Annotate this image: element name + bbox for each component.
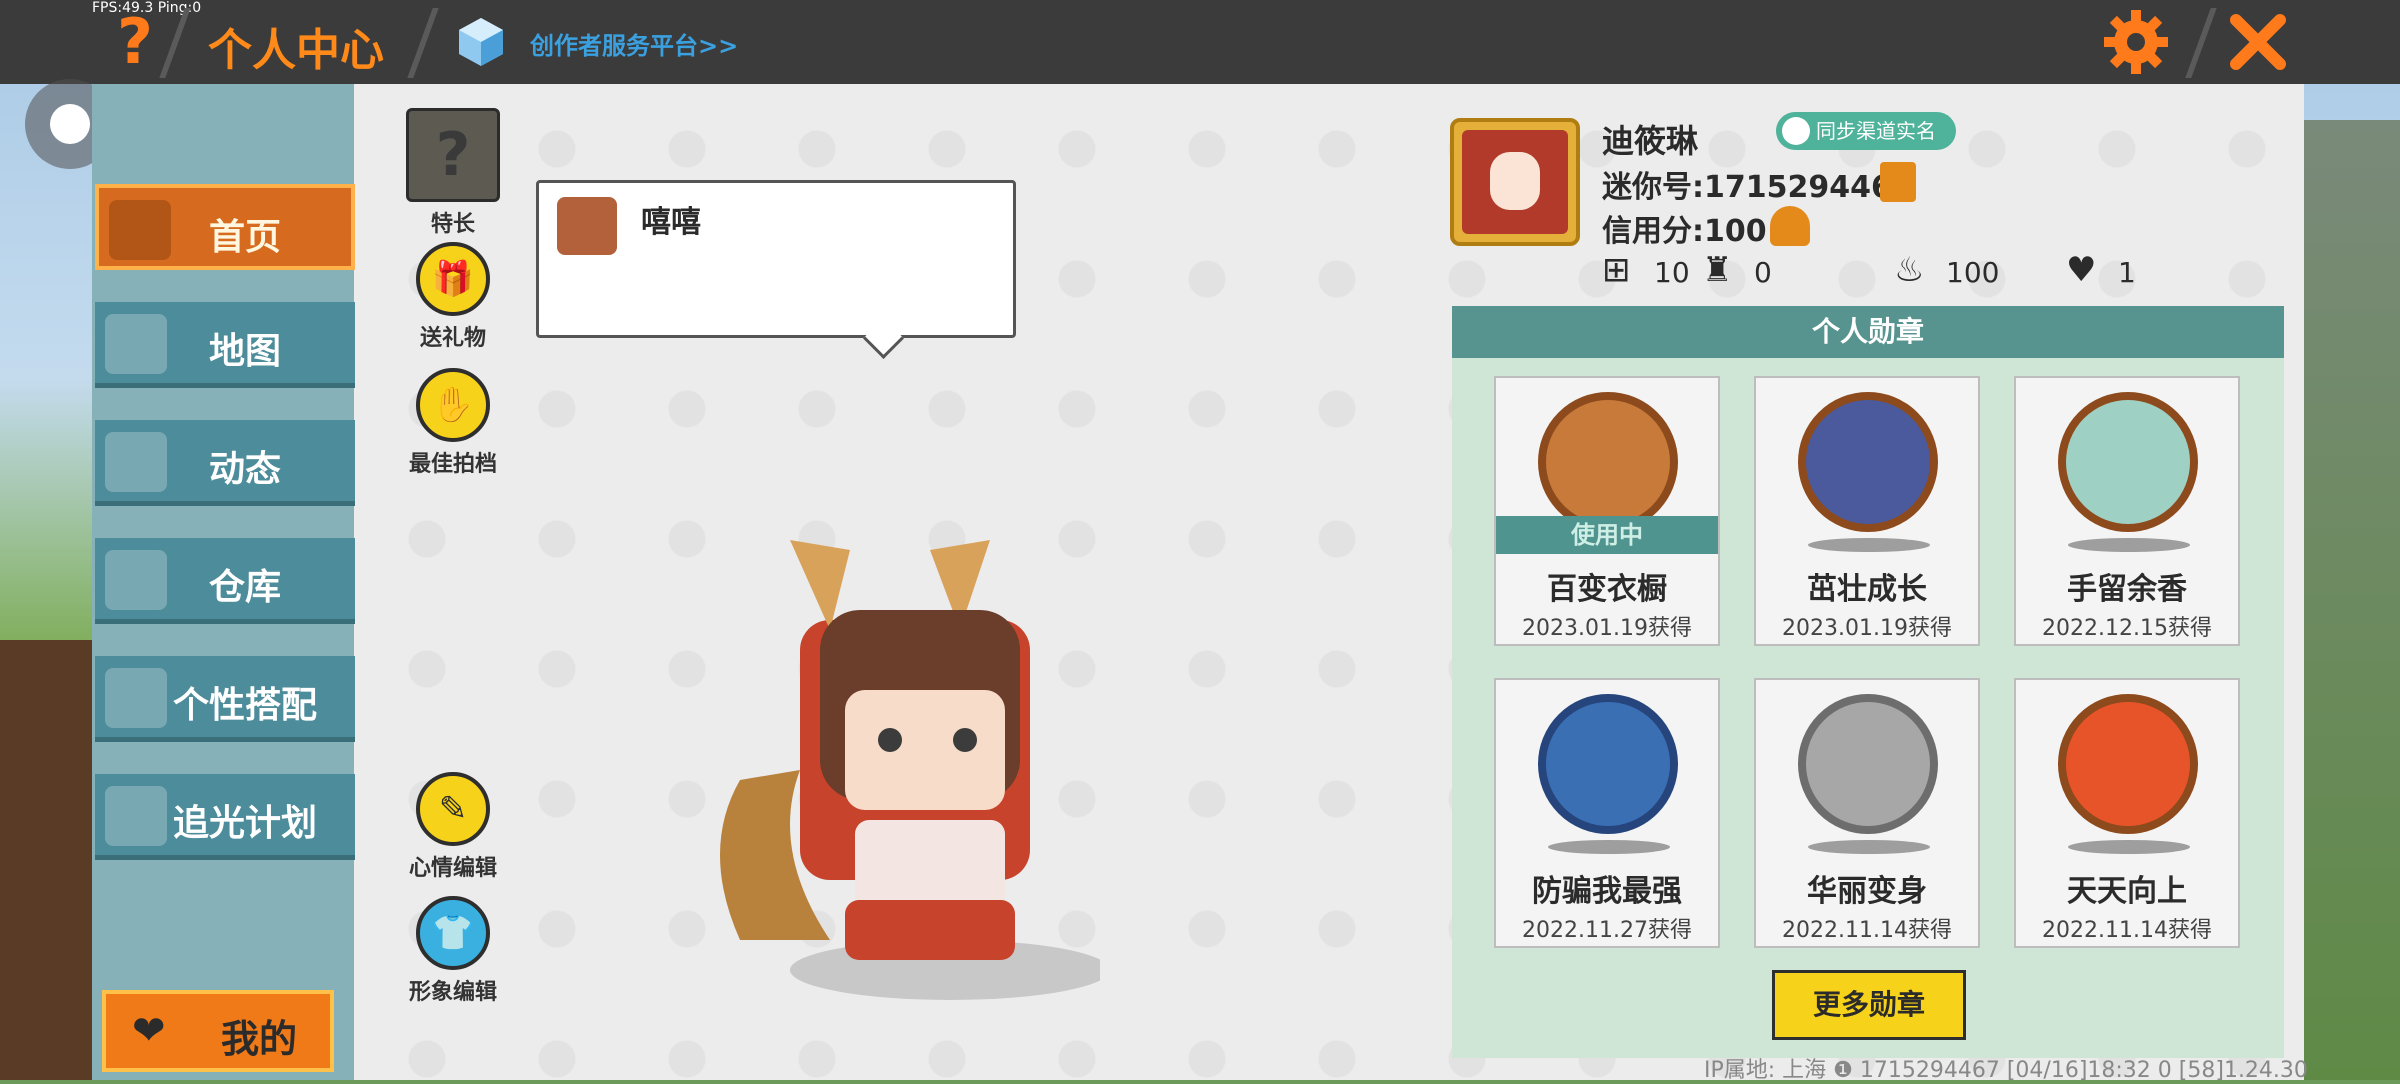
sidebar-item-label: 仓库	[208, 567, 281, 608]
sidebar-item-label: 个性搭配	[172, 685, 317, 726]
medal-card[interactable]: 防骗我最强 2022.11.27获得	[1494, 678, 1720, 948]
user-icon	[1782, 117, 1810, 145]
mini-id: 迷你号:1715294467	[1602, 170, 1913, 205]
stat-value: 0	[1754, 256, 1772, 289]
gift-icon: 🎁	[416, 242, 490, 316]
calendar-medal-icon	[2058, 694, 2198, 834]
skill-tool[interactable]: ? 特长	[398, 108, 508, 238]
stat-value: 1	[2118, 256, 2136, 289]
mine-button[interactable]: ❤ 我的	[102, 990, 334, 1072]
sidebar-item-warehouse[interactable]: 仓库	[95, 538, 355, 624]
medal-name: 华丽变身	[1807, 874, 1927, 909]
edit-icon: ✎	[416, 772, 490, 846]
stat-value: 100	[1946, 256, 2000, 289]
gear-icon[interactable]	[2100, 6, 2172, 78]
tool-label: 送礼物	[419, 326, 486, 351]
medal-date: 2023.01.19获得	[1782, 616, 1952, 641]
medal-name: 茁壮成长	[1807, 572, 1927, 607]
stat-value: 10	[1654, 256, 1690, 289]
sync-label: 同步渠道实名	[1816, 119, 1936, 143]
police-medal-icon	[1538, 694, 1678, 834]
sidebar-item-map[interactable]: 地图	[95, 302, 355, 388]
sidebar-item-label: 首页	[208, 217, 281, 258]
page-title: 个人中心	[208, 25, 384, 76]
bear-medal-icon	[1538, 392, 1678, 532]
handshake-icon: ✋	[416, 368, 490, 442]
shirt-icon: 👕	[416, 896, 490, 970]
mood-speech-bubble[interactable]: 嘻嘻	[536, 180, 1016, 338]
medal-date: 2022.11.27获得	[1522, 918, 1692, 943]
mood-emote-icon	[557, 197, 617, 255]
heart-icon: ♥	[2066, 250, 2097, 290]
tool-label: 心情编辑	[408, 856, 497, 881]
medal-name: 防骗我最强	[1532, 874, 1682, 909]
medal-name: 百变衣橱	[1547, 572, 1667, 607]
avatar-edit-tool[interactable]: 👕 形象编辑	[398, 896, 508, 1006]
tool-label: 最佳拍档	[408, 452, 497, 477]
copy-icon[interactable]	[1880, 162, 1916, 202]
dino-medal-icon	[1798, 392, 1938, 532]
username: 迪筱琳	[1602, 122, 1699, 160]
tree-trunk	[0, 640, 95, 1080]
top-bar: FPS:49.3 Ping:0 ? 个人中心 创作者服务平台>>	[0, 0, 2400, 84]
more-medals-button[interactable]: 更多勋章	[1772, 970, 1966, 1040]
frog-medal-icon	[2058, 392, 2198, 532]
sidebar-item-label: 动态	[208, 449, 281, 490]
close-icon[interactable]	[2222, 6, 2294, 78]
credit-score: 信用分:100	[1602, 214, 1767, 249]
player-character[interactable]	[680, 520, 1100, 1010]
mine-label: 我的	[221, 1017, 298, 1061]
help-button[interactable]: ?	[110, 8, 160, 76]
footer-info: IP属地: 上海 ❶ 1715294467 [04/16]18:32 0 [58…	[1704, 1058, 2308, 1083]
tool-label: 形象编辑	[408, 980, 497, 1005]
medal-date: 2022.11.14获得	[1782, 918, 1952, 943]
mirror-medal-icon	[1798, 694, 1938, 834]
divider	[159, 8, 191, 78]
medal-card[interactable]: 华丽变身 2022.11.14获得	[1754, 678, 1980, 948]
medal-date: 2023.01.19获得	[1522, 616, 1692, 641]
medal-date: 2022.12.15获得	[2042, 616, 2212, 641]
divider	[407, 8, 439, 78]
scenery-hill	[2300, 120, 2400, 1080]
sync-realname-button[interactable]: 同步渠道实名	[1776, 112, 1956, 150]
bookmark-plus-icon: ⊞	[1602, 250, 1631, 290]
tool-label: 特长	[430, 212, 475, 237]
sidebar-item-chase-light[interactable]: 追光计划	[95, 774, 355, 860]
medal-name: 天天向上	[2067, 874, 2187, 909]
medal-card[interactable]: 茁壮成长 2023.01.19获得	[1754, 376, 1980, 646]
send-gift-tool[interactable]: 🎁 送礼物	[398, 242, 508, 352]
creator-platform-link[interactable]: 创作者服务平台>>	[530, 26, 738, 61]
sidebar-item-outfit[interactable]: 个性搭配	[95, 656, 355, 742]
mood-text: 嘻嘻	[641, 205, 701, 240]
in-use-badge: 使用中	[1496, 516, 1718, 554]
question-mark-icon: ?	[406, 108, 500, 202]
flame-icon: ♨	[1894, 250, 1925, 290]
heat-stat[interactable]: ♨ 100	[1894, 250, 2014, 290]
medal-card[interactable]: 使用中 百变衣橱 2023.01.19获得	[1494, 376, 1720, 646]
heart-icon: ❤	[132, 1008, 166, 1054]
best-partner-tool[interactable]: ✋ 最佳拍档	[398, 368, 508, 478]
sidebar-item-label: 追光计划	[172, 803, 317, 844]
sidebar-item-feed[interactable]: 动态	[95, 420, 355, 506]
bookmark-stat[interactable]: ⊞ 10	[1602, 250, 1692, 290]
medal-header: 个人勋章	[1452, 306, 2284, 358]
sidebar-item-home[interactable]: 首页	[95, 184, 355, 270]
medal-card[interactable]: 天天向上 2022.11.14获得	[2014, 678, 2240, 948]
divider	[2185, 8, 2217, 78]
credit-user-icon[interactable]	[1770, 206, 1810, 246]
medal-card[interactable]: 手留余香 2022.12.15获得	[2014, 376, 2240, 646]
cube-icon	[459, 18, 503, 66]
medal-name: 手留余香	[2067, 572, 2187, 607]
profile-avatar[interactable]	[1450, 118, 1580, 246]
sidebar-item-label: 地图	[208, 331, 281, 372]
medal-date: 2022.11.14获得	[2042, 918, 2212, 943]
fans-stat[interactable]: ♜ 0	[1702, 250, 1792, 290]
mood-edit-tool[interactable]: ✎ 心情编辑	[398, 772, 508, 882]
likes-stat[interactable]: ♥ 1	[2066, 250, 2156, 290]
person-icon: ♜	[1702, 250, 1733, 290]
